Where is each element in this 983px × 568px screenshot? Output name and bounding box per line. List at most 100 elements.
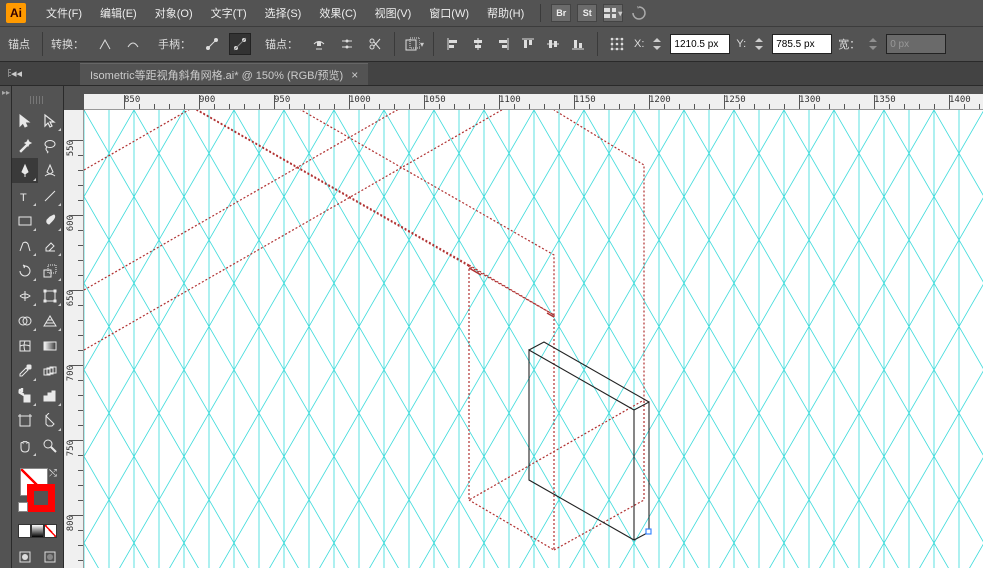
- expand-icon[interactable]: ▸▸: [2, 88, 10, 96]
- color-mode-row: [18, 524, 57, 540]
- swap-icon[interactable]: ⤭: [49, 468, 57, 479]
- separator: [597, 32, 598, 56]
- convert-corner-icon[interactable]: [94, 33, 116, 55]
- align-hcenter-icon[interactable]: [467, 33, 489, 55]
- column-graph-tool[interactable]: [38, 383, 64, 408]
- menu-window[interactable]: 窗口(W): [421, 2, 477, 24]
- line-tool[interactable]: [38, 183, 64, 208]
- x-label: X:: [634, 38, 644, 50]
- handle-show-icon[interactable]: [201, 33, 223, 55]
- width-tool[interactable]: [12, 283, 38, 308]
- grip-icon[interactable]: [30, 96, 45, 104]
- align-bottom-icon[interactable]: [567, 33, 589, 55]
- perspective-grid-tool[interactable]: [38, 308, 64, 333]
- menu-effect[interactable]: 效果(C): [311, 2, 364, 24]
- w-label: 宽：: [838, 36, 860, 52]
- none-mode-icon[interactable]: [44, 524, 57, 538]
- separator: [394, 32, 395, 56]
- selection-tool[interactable]: [12, 108, 38, 133]
- x-stepper-icon[interactable]: [650, 33, 664, 55]
- draw-normal-icon[interactable]: [12, 546, 38, 568]
- hand-tool[interactable]: [12, 433, 38, 458]
- toolbox: T ⤭: [12, 86, 64, 568]
- align-top-icon[interactable]: [517, 33, 539, 55]
- fill-stroke-swatch[interactable]: ⤭: [18, 468, 57, 512]
- lasso-tool[interactable]: [38, 133, 64, 158]
- menubar: Ai 文件(F) 编辑(E) 对象(O) 文字(T) 选择(S) 效果(C) 视…: [0, 0, 983, 26]
- direct-selection-tool[interactable]: [38, 108, 64, 133]
- app-logo: Ai: [6, 3, 26, 23]
- gradient-tool[interactable]: [38, 333, 64, 358]
- sync-icon[interactable]: [629, 4, 649, 22]
- left-panel-strip: ▸▸: [0, 86, 12, 568]
- w-stepper-icon: [866, 33, 880, 55]
- rectangle-tool[interactable]: [12, 208, 38, 233]
- horizontal-ruler[interactable]: 8509009501000105011001150120012501300135…: [64, 86, 983, 110]
- panel-collapse-icon[interactable]: ◂◂: [8, 68, 22, 78]
- align-vcenter-icon[interactable]: [542, 33, 564, 55]
- menu-select[interactable]: 选择(S): [257, 2, 310, 24]
- menu-edit[interactable]: 编辑(E): [92, 2, 145, 24]
- y-input[interactable]: [772, 34, 832, 54]
- menu-view[interactable]: 视图(V): [367, 2, 420, 24]
- align-right-icon[interactable]: [492, 33, 514, 55]
- eraser-tool[interactable]: [38, 233, 64, 258]
- handle-hide-icon[interactable]: [229, 33, 251, 55]
- remove-anchor-icon[interactable]: [308, 33, 330, 55]
- arrange-icon[interactable]: ▾: [603, 4, 623, 22]
- bridge-icon[interactable]: Br: [551, 4, 571, 22]
- handle-label: 手柄：: [158, 36, 191, 52]
- rotate-tool[interactable]: [12, 258, 38, 283]
- control-bar: 锚点 转换： 手柄： 锚点： ▾ X: Y: 宽：: [0, 26, 983, 62]
- align-group: [442, 33, 589, 55]
- type-tool[interactable]: T: [12, 183, 38, 208]
- align-left-icon[interactable]: [442, 33, 464, 55]
- color-mode-icon[interactable]: [18, 524, 31, 538]
- add-anchor-a-icon[interactable]: [336, 33, 358, 55]
- pen-tool[interactable]: [12, 158, 38, 183]
- gradient-mode-icon[interactable]: [31, 524, 44, 538]
- separator: [433, 32, 434, 56]
- shape-builder-tool[interactable]: [12, 308, 38, 333]
- menu-file[interactable]: 文件(F): [38, 2, 90, 24]
- draw-behind-icon[interactable]: [38, 546, 64, 568]
- svg-text:T: T: [20, 192, 27, 204]
- free-transform-tool[interactable]: [38, 283, 64, 308]
- curvature-tool[interactable]: [38, 158, 64, 183]
- eyedropper-tool[interactable]: [12, 358, 38, 383]
- tab-title: Isometric等距视角斜角网格.ai* @ 150% (RGB/预览): [90, 67, 343, 83]
- separator: [540, 4, 541, 22]
- anchors-label: 锚点：: [265, 36, 298, 52]
- close-icon[interactable]: ×: [351, 68, 358, 82]
- menu-type[interactable]: 文字(T): [203, 2, 255, 24]
- stock-icon[interactable]: St: [577, 4, 597, 22]
- shaper-tool[interactable]: [12, 233, 38, 258]
- mesh-tool[interactable]: [12, 333, 38, 358]
- reference-point-icon[interactable]: [606, 33, 628, 55]
- paintbrush-tool[interactable]: [38, 208, 64, 233]
- stroke-swatch[interactable]: [27, 484, 55, 512]
- tabbar: ◂◂ Isometric等距视角斜角网格.ai* @ 150% (RGB/预览)…: [0, 62, 983, 86]
- default-colors-icon[interactable]: [18, 502, 28, 512]
- scale-tool[interactable]: [38, 258, 64, 283]
- artboard-tool[interactable]: [12, 408, 38, 433]
- blend-tool[interactable]: [38, 358, 64, 383]
- magic-wand-tool[interactable]: [12, 133, 38, 158]
- slice-tool[interactable]: [38, 408, 64, 433]
- symbol-sprayer-tool[interactable]: [12, 383, 38, 408]
- zoom-tool[interactable]: [38, 433, 64, 458]
- y-stepper-icon[interactable]: [752, 33, 766, 55]
- convert-label: 转换：: [51, 36, 84, 52]
- document-tab[interactable]: Isometric等距视角斜角网格.ai* @ 150% (RGB/预览) ×: [80, 63, 368, 85]
- vertical-ruler[interactable]: 550600650700750800: [64, 110, 84, 568]
- separator: [42, 32, 43, 56]
- w-input: [886, 34, 946, 54]
- cut-path-icon[interactable]: [364, 33, 386, 55]
- x-input[interactable]: [670, 34, 730, 54]
- convert-smooth-icon[interactable]: [122, 33, 144, 55]
- menu-object[interactable]: 对象(O): [147, 2, 201, 24]
- anchor-label: 锚点: [8, 36, 30, 52]
- menu-help[interactable]: 帮助(H): [479, 2, 532, 24]
- isolate-icon[interactable]: ▾: [403, 33, 425, 55]
- canvas[interactable]: [84, 110, 983, 568]
